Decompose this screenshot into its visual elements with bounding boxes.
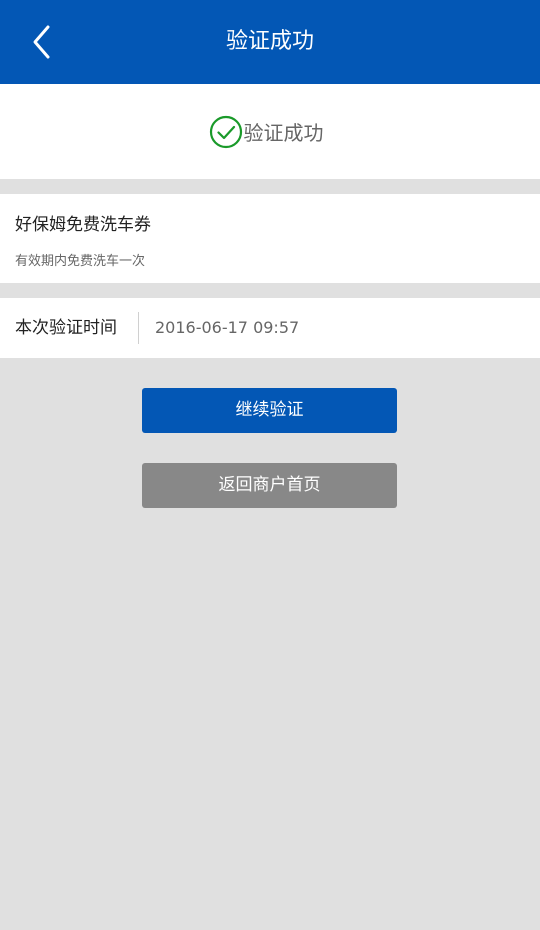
- divider: [138, 312, 139, 344]
- success-text: 验证成功: [243, 121, 324, 145]
- page-title: 验证成功: [225, 29, 314, 54]
- verification-time-label: 本次验证时间: [15, 318, 117, 338]
- continue-verify-button[interactable]: 继续验证: [142, 388, 397, 433]
- back-button[interactable]: [22, 18, 62, 66]
- success-panel: 验证成功: [0, 84, 540, 179]
- success-status: 验证成功: [0, 84, 540, 179]
- coupon-description: 有效期内免费洗车一次: [15, 254, 146, 269]
- verification-time-row: 本次验证时间 2016-06-17 09:57: [0, 298, 540, 358]
- return-home-button[interactable]: 返回商户首页: [142, 463, 397, 508]
- check-circle-icon: [209, 115, 242, 148]
- app-header: 验证成功: [0, 0, 540, 84]
- coupon-card: 好保姆免费洗车券 有效期内免费洗车一次: [0, 194, 540, 283]
- chevron-left-icon: [33, 25, 50, 59]
- verification-time-value: 2016-06-17 09:57: [155, 318, 300, 337]
- coupon-name: 好保姆免费洗车券: [15, 215, 151, 235]
